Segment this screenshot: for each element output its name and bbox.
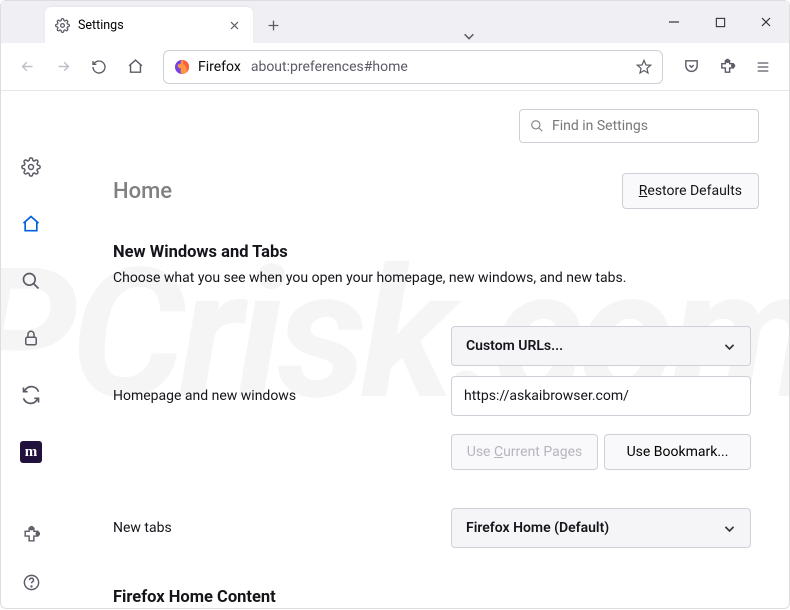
firefox-logo-icon xyxy=(174,59,190,75)
input-value: https://askaibrowser.com/ xyxy=(464,388,629,404)
sidebar-privacy-icon[interactable] xyxy=(15,322,47,354)
section-heading-2: Firefox Home Content xyxy=(113,588,759,607)
restore-defaults-button[interactable]: Restore Defaults xyxy=(622,173,759,209)
sidebar-search-icon[interactable] xyxy=(15,265,47,297)
sidebar-sync-icon[interactable] xyxy=(15,379,47,411)
close-window-button[interactable] xyxy=(743,1,789,43)
app-menu-button[interactable] xyxy=(747,51,779,83)
newtabs-label: New tabs xyxy=(113,520,451,536)
sidebar-general-icon[interactable] xyxy=(15,151,47,183)
bookmark-star-icon[interactable] xyxy=(636,59,652,75)
newtabs-select[interactable]: Firefox Home (Default) xyxy=(451,508,751,548)
homepage-mode-select[interactable]: Custom URLs... xyxy=(451,326,751,366)
select-value: Firefox Home (Default) xyxy=(466,520,609,536)
chevron-down-icon xyxy=(723,340,736,353)
section-description: Choose what you see when you open your h… xyxy=(113,270,759,286)
extensions-button[interactable] xyxy=(711,51,743,83)
new-tab-button[interactable] xyxy=(259,11,287,39)
url-identity-label: Firefox xyxy=(198,59,241,75)
search-placeholder: Find in Settings xyxy=(552,118,648,134)
homepage-url-input[interactable]: https://askaibrowser.com/ xyxy=(451,376,751,416)
toolbar: Firefox about:preferences#home xyxy=(1,43,789,91)
sidebar-home-icon[interactable] xyxy=(15,208,47,240)
homepage-label: Homepage and new windows xyxy=(113,388,451,404)
minimize-button[interactable] xyxy=(651,1,697,43)
maximize-button[interactable] xyxy=(697,1,743,43)
sidebar-extensions-icon[interactable] xyxy=(15,518,47,550)
sidebar-help-icon[interactable] xyxy=(15,566,47,598)
url-text: about:preferences#home xyxy=(251,59,628,75)
forward-button[interactable] xyxy=(47,51,79,83)
use-bookmark-button[interactable]: Use Bookmark... xyxy=(604,434,751,470)
url-bar[interactable]: Firefox about:preferences#home xyxy=(163,50,663,84)
back-button[interactable] xyxy=(11,51,43,83)
pocket-button[interactable] xyxy=(675,51,707,83)
chevron-down-icon xyxy=(723,522,736,535)
reload-button[interactable] xyxy=(83,51,115,83)
tabs-dropdown-button[interactable] xyxy=(448,29,490,43)
gear-icon xyxy=(55,18,70,33)
tab-title: Settings xyxy=(78,18,124,33)
select-value: Custom URLs... xyxy=(466,338,563,354)
home-toolbar-button[interactable] xyxy=(119,51,151,83)
sidebar-more-icon[interactable]: m xyxy=(15,436,47,468)
close-tab-icon[interactable] xyxy=(225,16,243,34)
titlebar: Settings xyxy=(1,1,789,43)
page-title: Home xyxy=(113,179,622,204)
section-heading: New Windows and Tabs xyxy=(113,243,759,262)
use-current-pages-button[interactable]: Use Current Pages xyxy=(451,434,598,470)
settings-content: Find in Settings Home Restore Defaults N… xyxy=(61,91,789,610)
settings-search-input[interactable]: Find in Settings xyxy=(519,109,759,143)
search-icon xyxy=(530,119,544,133)
settings-sidebar: m xyxy=(1,91,61,610)
browser-tab[interactable]: Settings xyxy=(45,7,253,43)
window-controls xyxy=(651,1,789,43)
